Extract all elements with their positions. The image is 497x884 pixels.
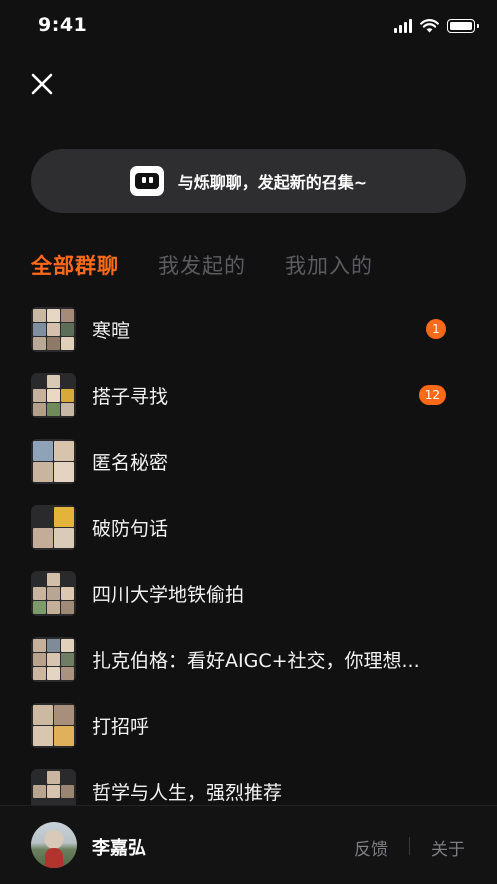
- close-icon: [31, 73, 53, 95]
- group-row[interactable]: 扎克伯格：看好AIGC+社交，你理想...: [0, 630, 497, 696]
- battery-icon: [447, 19, 479, 33]
- group-avatar: [31, 307, 76, 352]
- tab-joined[interactable]: 我加入的: [285, 250, 373, 280]
- about-link[interactable]: 关于: [431, 835, 465, 860]
- group-filter-tabs: 全部群聊 我发起的 我加入的: [31, 250, 373, 280]
- group-avatar: [31, 637, 76, 682]
- group-row[interactable]: 搭子寻找 12: [0, 366, 497, 432]
- group-avatar: [31, 373, 76, 418]
- group-avatar: [31, 571, 76, 616]
- tab-all-groups[interactable]: 全部群聊: [31, 250, 119, 280]
- group-row[interactable]: 破防句话: [0, 498, 497, 564]
- group-list: 寒暄 1 搭子寻找 12 匿名秘密 破防句话 四川大学地铁偷拍 扎克伯格：看好A…: [0, 300, 497, 805]
- group-row[interactable]: 匿名秘密: [0, 432, 497, 498]
- close-button[interactable]: [26, 68, 58, 100]
- footer-divider: [409, 837, 410, 855]
- group-name: 搭子寻找: [92, 386, 169, 408]
- group-row[interactable]: 哲学与人生，强烈推荐: [0, 762, 497, 805]
- group-name: 哲学与人生，强烈推荐: [92, 782, 283, 804]
- user-avatar[interactable]: [31, 822, 77, 868]
- group-avatar: [31, 769, 76, 805]
- group-row[interactable]: 寒暄 1: [0, 300, 497, 366]
- tab-created-by-me[interactable]: 我发起的: [158, 250, 246, 280]
- group-name: 打招呼: [92, 716, 150, 738]
- group-name: 四川大学地铁偷拍: [92, 584, 245, 606]
- group-avatar: [31, 439, 76, 484]
- group-avatar: [31, 703, 76, 748]
- group-name: 匿名秘密: [92, 452, 169, 474]
- status-time: 9:41: [38, 14, 88, 36]
- start-chat-banner-button[interactable]: 与烁聊聊，发起新的召集~: [31, 149, 466, 213]
- status-bar: 9:41: [0, 0, 497, 56]
- group-row[interactable]: 打招呼: [0, 696, 497, 762]
- feedback-link[interactable]: 反馈: [354, 835, 388, 860]
- group-avatar: [31, 505, 76, 550]
- status-icons: [394, 19, 479, 33]
- group-row[interactable]: 四川大学地铁偷拍: [0, 564, 497, 630]
- footer-bar: 李嘉弘 反馈 关于: [0, 805, 497, 884]
- group-name: 破防句话: [92, 518, 169, 540]
- group-name: 寒暄: [92, 320, 131, 342]
- unread-badge: 12: [418, 385, 446, 405]
- banner-text: 与烁聊聊，发起新的召集~: [177, 173, 368, 192]
- robot-icon: [129, 166, 164, 196]
- cellular-signal-icon: [394, 19, 412, 33]
- group-name: 扎克伯格：看好AIGC+社交，你理想...: [92, 650, 420, 672]
- wifi-icon: [420, 19, 439, 33]
- user-name: 李嘉弘: [92, 838, 146, 859]
- unread-badge: 1: [426, 319, 446, 339]
